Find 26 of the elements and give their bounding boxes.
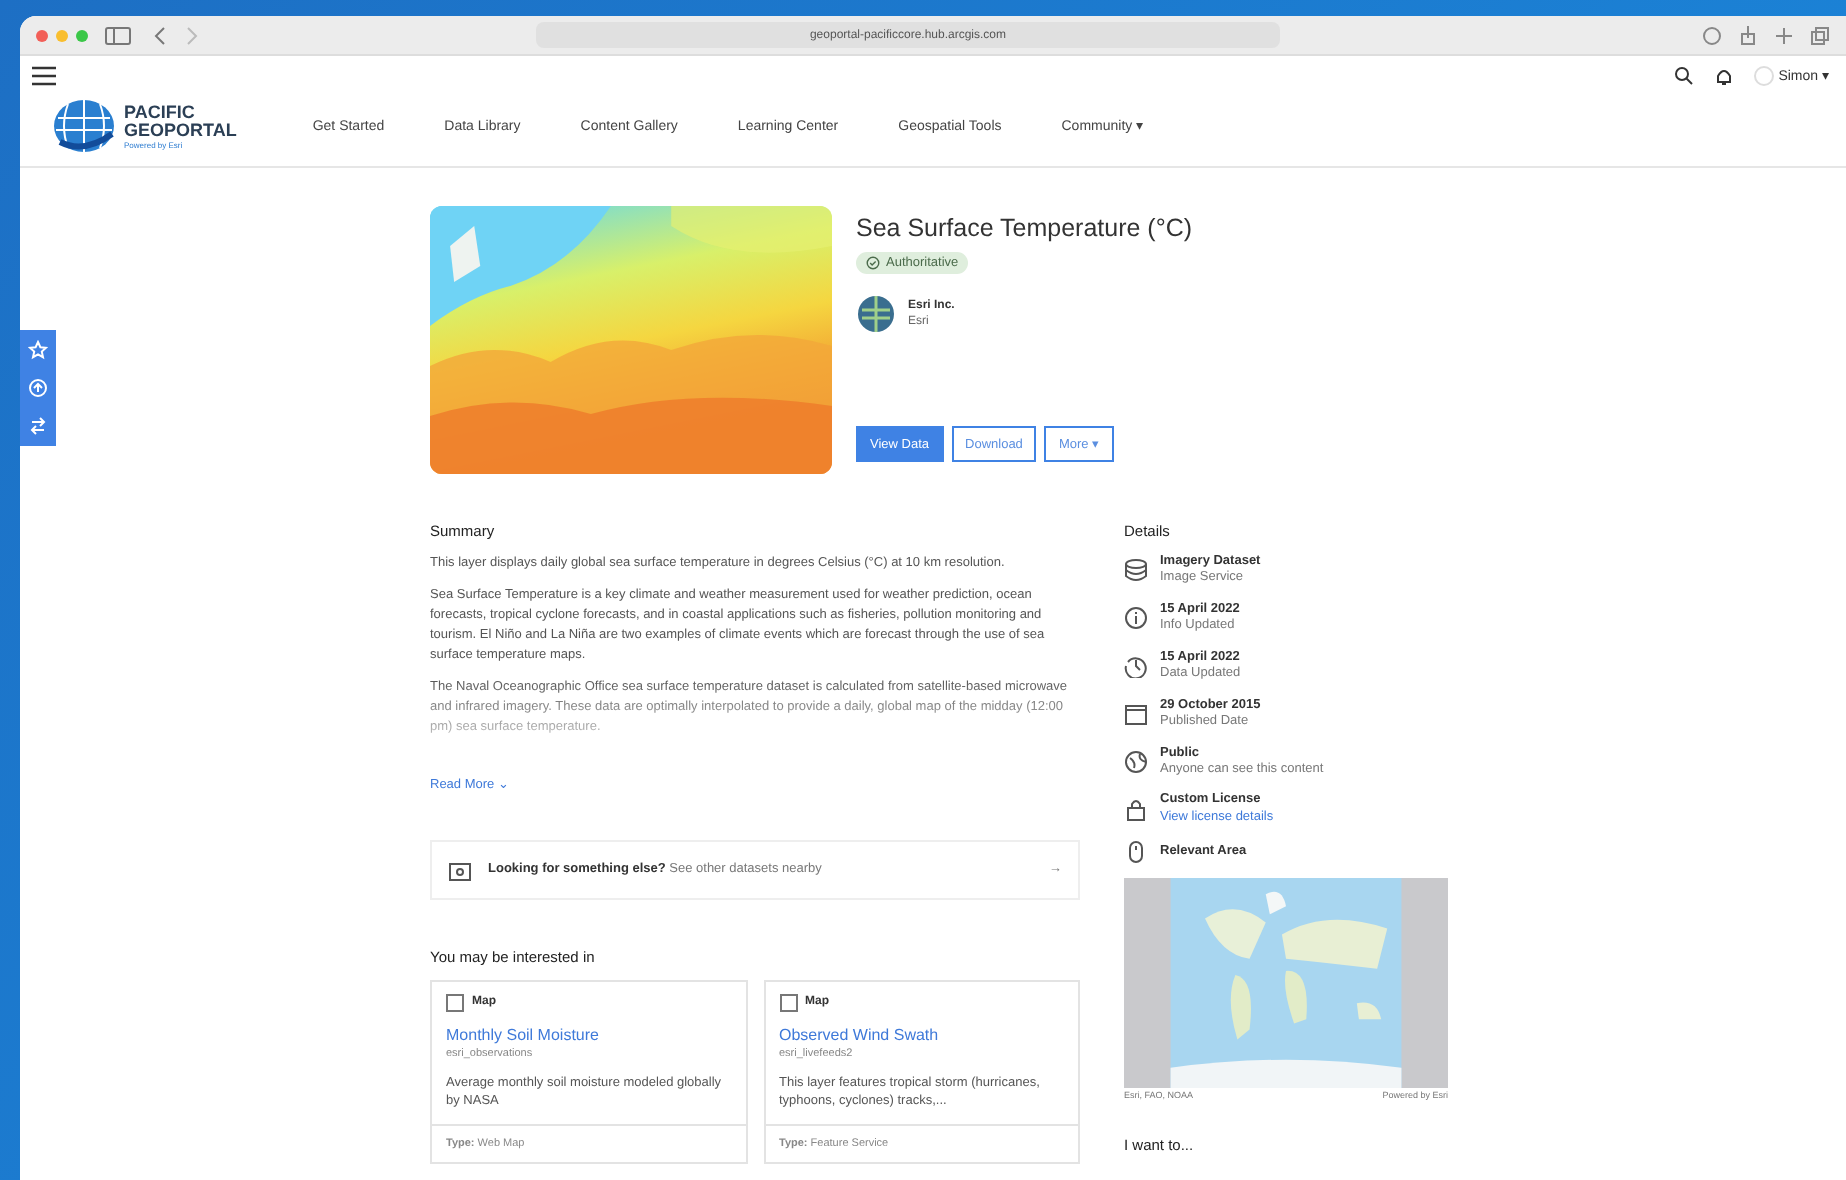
item-title: Sea Surface Temperature (°C) xyxy=(856,214,1193,242)
back-icon[interactable] xyxy=(152,25,168,45)
check-circle-icon xyxy=(866,256,880,270)
menu-icon[interactable] xyxy=(32,66,56,86)
plus-icon[interactable] xyxy=(1774,25,1794,45)
globe-icon xyxy=(1124,749,1148,774)
logo-text: GEOPORTAL xyxy=(124,121,237,139)
swap-icon[interactable] xyxy=(28,416,48,436)
star-icon[interactable] xyxy=(28,340,48,360)
search-icon[interactable] xyxy=(1674,66,1695,86)
history-icon xyxy=(1124,654,1148,679)
card-title-link[interactable]: Monthly Soil Moisture xyxy=(446,1025,731,1043)
avatar-icon xyxy=(1754,66,1775,86)
cloud-upload-icon[interactable] xyxy=(28,378,48,398)
tabs-icon[interactable] xyxy=(1810,25,1830,45)
globe-icon xyxy=(856,294,896,334)
database-icon xyxy=(1124,558,1148,583)
sidebar-icon[interactable] xyxy=(104,25,136,45)
card-title-link[interactable]: Observed Wind Swath xyxy=(779,1025,1064,1043)
lock-icon xyxy=(1124,797,1148,822)
info-icon xyxy=(1124,606,1148,631)
bell-icon[interactable] xyxy=(1714,66,1735,86)
globe-logo-icon xyxy=(52,98,120,154)
logo-text: PACIFIC xyxy=(124,103,197,121)
share-icon[interactable] xyxy=(1738,25,1758,45)
calendar-icon xyxy=(1124,702,1148,727)
